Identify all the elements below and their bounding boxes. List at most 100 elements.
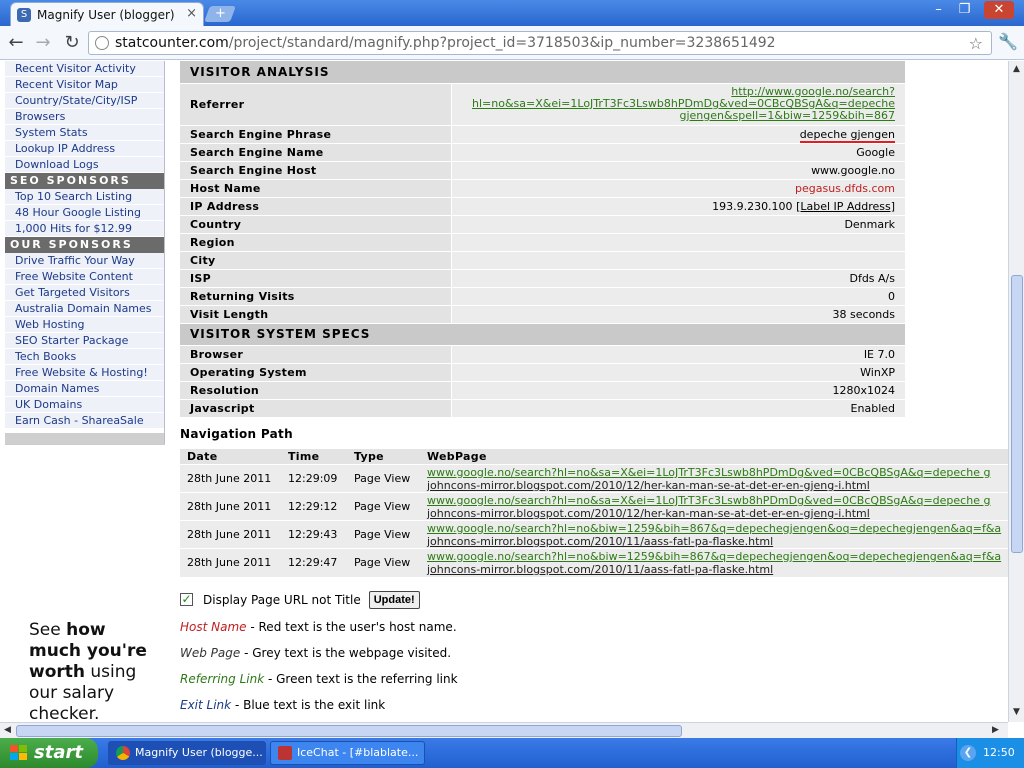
horizontal-scroll-thumb[interactable]	[16, 725, 682, 737]
update-button[interactable]: Update!	[368, 590, 420, 609]
referring-link[interactable]: www.google.no/search?hl=no&sa=X&ei=1LoJT…	[427, 494, 990, 507]
reload-icon[interactable]: ↻	[61, 32, 83, 54]
sponsor-link[interactable]: Drive Traffic Your Way	[5, 253, 164, 269]
taskbar-item-chrome[interactable]: Magnify User (blogge...	[108, 741, 266, 765]
browser-tab[interactable]: S Magnify User (blogger) ×	[10, 2, 204, 26]
analysis-value-text: www.google.no	[811, 163, 895, 177]
spec-row: Resolution 1280x1024	[180, 381, 905, 400]
sponsor-link[interactable]: Top 10 Search Listing	[5, 189, 164, 205]
start-button[interactable]: start	[0, 738, 98, 768]
analysis-row: Search Engine Name Google	[180, 143, 905, 162]
webpage-link[interactable]: johncons-mirror.blogspot.com/2010/11/aas…	[427, 535, 773, 548]
sidebar-link[interactable]: Recent Visitor Activity	[5, 61, 164, 77]
table-row: 28th June 2011 12:29:43 Page View www.googl…	[180, 520, 1008, 549]
analysis-label: ISP	[180, 269, 451, 288]
table-row: 28th June 2011 12:29:47 Page View www.googl…	[180, 548, 1008, 577]
sidebar: Recent Visitor Activity Recent Visitor Ma…	[5, 61, 165, 722]
nav-date: 28th June 2011	[180, 548, 281, 577]
analysis-row: ISP Dfds A/s	[180, 269, 905, 288]
back-arrow-icon[interactable]: ←	[5, 32, 27, 54]
analysis-value	[450, 251, 905, 270]
bookmark-star-icon[interactable]: ☆	[969, 33, 983, 54]
nav-time: 12:29:12	[281, 492, 347, 521]
sponsor-link[interactable]: SEO Starter Package	[5, 333, 164, 349]
forward-arrow-icon[interactable]: →	[32, 32, 54, 54]
ad-text: much you're	[29, 641, 147, 661]
ad-text: checker.	[29, 704, 100, 722]
sponsor-link[interactable]: Free Website Content	[5, 269, 164, 285]
referring-link[interactable]: www.google.no/search?hl=no&sa=X&ei=1LoJT…	[427, 466, 990, 479]
sponsor-link[interactable]: 48 Hour Google Listing	[5, 205, 164, 221]
analysis-label: Region	[180, 233, 451, 252]
sidebar-link[interactable]: Download Logs	[5, 157, 164, 173]
url-path: /project/standard/magnify.php?project_id…	[228, 35, 776, 51]
minimize-button[interactable]: –	[926, 1, 951, 19]
referring-link[interactable]: www.google.no/search?hl=no&biw=1259&bih=…	[427, 550, 1001, 563]
chrome-icon	[116, 746, 130, 760]
nav-webpage: www.google.no/search?hl=no&biw=1259&bih=…	[420, 548, 1008, 577]
nav-type: Page View	[347, 492, 420, 521]
sponsor-link[interactable]: Free Website & Hosting!	[5, 365, 164, 381]
analysis-value: pegasus.dfds.com	[450, 179, 905, 198]
label-ip-address-link[interactable]: [Label IP Address]	[796, 200, 895, 213]
scroll-down-arrow-icon[interactable]: ▼	[1013, 707, 1020, 717]
scroll-up-arrow-icon[interactable]: ▲	[1013, 64, 1020, 74]
browser-toolbar: ← → ↻ statcounter.com/project/standard/m…	[0, 26, 1024, 60]
display-options: ✓ Display Page URL not Title Update!	[180, 590, 1008, 609]
legend-item: Host Name - Red text is the user's host …	[180, 620, 1008, 635]
referrer-link[interactable]: http://www.google.no/search? hl=no&sa=X&…	[450, 83, 905, 126]
page-icon	[95, 36, 109, 50]
webpage-link[interactable]: johncons-mirror.blogspot.com/2010/12/her…	[427, 479, 870, 492]
ad-text: using	[85, 662, 137, 682]
analysis-label: Search Engine Host	[180, 161, 451, 180]
analysis-label: Visit Length	[180, 305, 451, 324]
analysis-label: Country	[180, 215, 451, 234]
webpage-link[interactable]: johncons-mirror.blogspot.com/2010/12/her…	[427, 507, 870, 520]
scroll-left-arrow-icon[interactable]: ◀	[4, 725, 11, 735]
tab-close-icon[interactable]: ×	[186, 6, 197, 21]
sponsor-link[interactable]: Domain Names	[5, 381, 164, 397]
sidebar-link[interactable]: Recent Visitor Map	[5, 77, 164, 93]
address-bar[interactable]: statcounter.com/project/standard/magnify…	[88, 31, 992, 55]
referring-link[interactable]: www.google.no/search?hl=no&biw=1259&bih=…	[427, 522, 1001, 535]
tray-expand-icon[interactable]: ❮	[960, 745, 976, 761]
legend-item: Referring Link - Green text is the refer…	[180, 672, 1008, 687]
analysis-row: Country Denmark	[180, 215, 905, 234]
display-url-checkbox[interactable]: ✓	[180, 593, 193, 606]
webpage-link[interactable]: johncons-mirror.blogspot.com/2010/11/aas…	[427, 563, 773, 576]
sponsor-link[interactable]: Get Targeted Visitors	[5, 285, 164, 301]
sponsor-link[interactable]: Earn Cash - ShareaSale	[5, 413, 164, 429]
sidebar-link[interactable]: System Stats	[5, 125, 164, 141]
sponsor-link[interactable]: Australia Domain Names	[5, 301, 164, 317]
icechat-icon	[278, 746, 292, 760]
legend-term: Host Name	[180, 619, 247, 634]
maximize-button[interactable]: ❐	[952, 1, 977, 19]
analysis-value: Denmark	[450, 215, 905, 234]
sponsor-link[interactable]: Web Hosting	[5, 317, 164, 333]
new-tab-button[interactable]: +	[204, 6, 236, 22]
taskbar-item-icechat[interactable]: IceChat - [#blablate...	[270, 741, 425, 765]
nav-webpage: www.google.no/search?hl=no&sa=X&ei=1LoJT…	[420, 464, 1008, 493]
spec-label: Browser	[180, 345, 451, 364]
sidebar-link[interactable]: Lookup IP Address	[5, 141, 164, 157]
vertical-scrollbar[interactable]: ▲ ▼	[1008, 61, 1024, 722]
sponsor-link[interactable]: Tech Books	[5, 349, 164, 365]
close-window-button[interactable]: ✕	[984, 1, 1014, 19]
referrer-link-line[interactable]: gjengen&spell=1&biw=1259&bih=867	[679, 109, 895, 122]
nav-time: 12:29:47	[281, 548, 347, 577]
salary-checker-ad[interactable]: See how much you're worth using our sala…	[5, 444, 165, 722]
sidebar-link[interactable]: Browsers	[5, 109, 164, 125]
sponsor-link[interactable]: UK Domains	[5, 397, 164, 413]
vertical-scroll-thumb[interactable]	[1011, 275, 1023, 553]
wrench-menu-icon[interactable]: 🔧	[998, 32, 1018, 51]
scroll-right-arrow-icon[interactable]: ▶	[992, 725, 999, 735]
ad-text: our salary	[29, 683, 115, 703]
analysis-label: IP Address	[180, 197, 451, 216]
nav-date: 28th June 2011	[180, 492, 281, 521]
analysis-value: Google	[450, 143, 905, 162]
horizontal-scrollbar[interactable]: ◀ ▶	[0, 722, 1008, 738]
sidebar-link[interactable]: Country/State/City/ISP	[5, 93, 164, 109]
sponsor-link[interactable]: 1,000 Hits for $12.99	[5, 221, 164, 237]
legend-term: Web Page	[180, 645, 241, 660]
url-domain: statcounter.com	[115, 35, 229, 51]
